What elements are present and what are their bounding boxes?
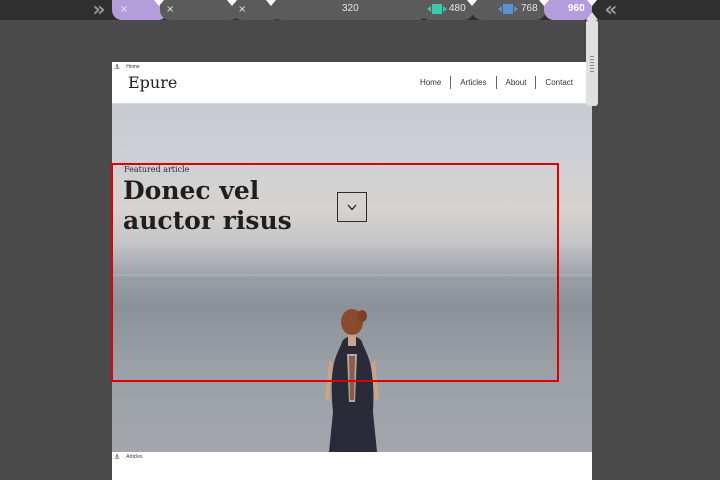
element-selection-outline: [111, 163, 559, 382]
breakpoint-marker: [227, 0, 237, 6]
breakpoint-320[interactable]: 320: [272, 0, 428, 20]
nav-home[interactable]: Home: [411, 76, 450, 89]
viewport-resize-handle[interactable]: [586, 12, 598, 106]
close-icon[interactable]: ×: [238, 0, 246, 20]
double-chevron-right-icon[interactable]: »: [84, 0, 108, 20]
breakpoint-960[interactable]: 960: [544, 0, 592, 20]
breakpoint-label: 768: [521, 3, 538, 14]
breakpoint-480[interactable]: 480: [420, 0, 474, 20]
arrow-right-icon: [443, 6, 447, 12]
breakpoint-marker: [467, 0, 477, 6]
main-nav: Home Articles About Contact: [411, 76, 573, 89]
breakpoint-label: 320: [342, 3, 359, 14]
section-anchor-home[interactable]: ⚓ Home: [114, 62, 140, 72]
close-icon[interactable]: ×: [166, 0, 174, 20]
nav-about[interactable]: About: [495, 76, 536, 89]
arrow-right-icon: [514, 6, 518, 12]
site-header: ⚓ Home Epure Home Articles About Contact: [112, 62, 592, 104]
anchor-icon: ⚓: [114, 453, 121, 461]
breakpoint-toolbar: » × × × 320 480 768 960 «: [0, 0, 720, 20]
breakpoint-swatch-icon: [503, 4, 513, 14]
nav-contact[interactable]: Contact: [535, 76, 573, 89]
double-chevron-left-icon[interactable]: «: [596, 0, 620, 20]
grip-icon: [590, 56, 594, 72]
section-anchor-articles[interactable]: ⚓ Articles: [114, 452, 143, 462]
breakpoint-label: 480: [449, 3, 466, 14]
anchor-label: Articles: [126, 454, 143, 460]
arrow-left-icon: [498, 6, 502, 12]
breakpoint-label: 960: [568, 3, 585, 14]
close-icon[interactable]: ×: [120, 0, 128, 20]
anchor-label: Home: [126, 64, 140, 70]
breakpoint-768[interactable]: 768: [472, 0, 546, 20]
arrow-left-icon: [427, 6, 431, 12]
breakpoint-swatch-icon: [432, 4, 442, 14]
site-logo[interactable]: Epure: [128, 73, 177, 92]
breakpoint-marker: [154, 0, 164, 6]
anchor-icon: ⚓: [114, 63, 121, 71]
breakpoint-marker: [539, 0, 549, 6]
breakpoint-marker: [266, 0, 276, 6]
nav-articles[interactable]: Articles: [450, 76, 495, 89]
